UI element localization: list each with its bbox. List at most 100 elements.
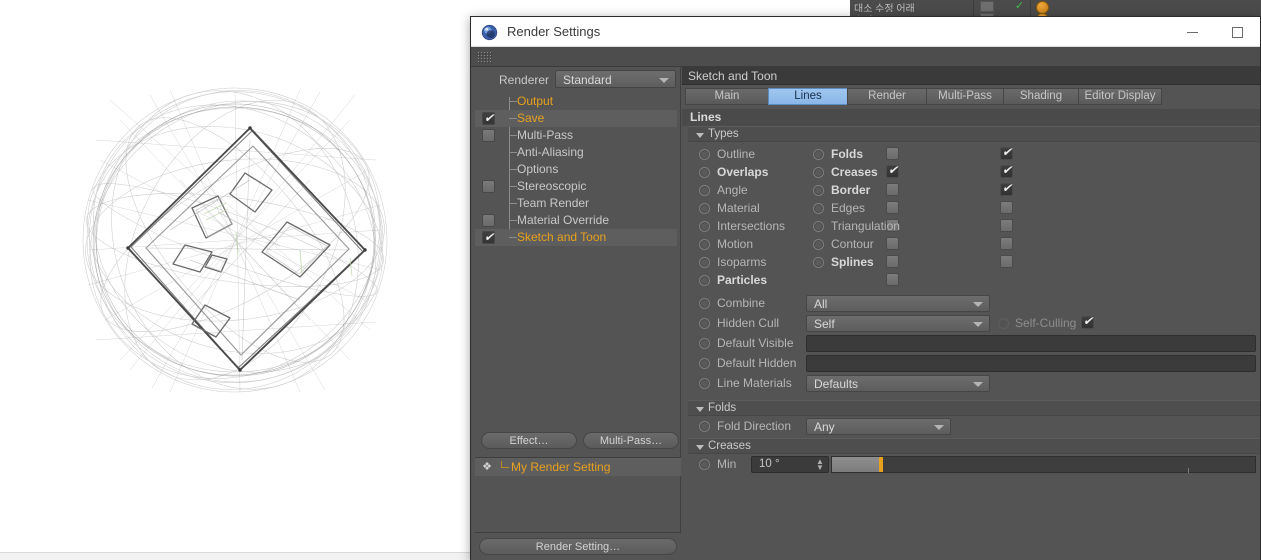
crease-min-slider[interactable] xyxy=(831,456,1256,473)
keyframe-dot-icon[interactable] xyxy=(699,239,710,250)
tab-multi-pass[interactable]: Multi-Pass xyxy=(926,88,1004,105)
keyframe-dot-icon[interactable] xyxy=(699,257,710,268)
type-checkbox[interactable] xyxy=(1000,255,1013,268)
type-label: Folds xyxy=(831,147,863,161)
render-viewport[interactable] xyxy=(0,0,470,552)
keyframe-dot-icon[interactable] xyxy=(699,378,710,389)
keyframe-dot-icon[interactable] xyxy=(699,298,710,309)
tree-item-material-override[interactable]: Material Override xyxy=(475,212,677,229)
type-checkbox[interactable] xyxy=(1000,163,1013,178)
keyframe-dot-icon[interactable] xyxy=(699,167,710,178)
type-row-folds: Folds xyxy=(802,145,1032,164)
types-group-header[interactable]: Types xyxy=(688,126,1260,142)
spinner-arrows-icon[interactable]: ▲ ▼ xyxy=(816,458,824,472)
toolbar-icon-a[interactable] xyxy=(980,1,994,12)
type-label: Border xyxy=(831,183,871,197)
tree-item-checkbox[interactable] xyxy=(482,230,495,244)
keyframe-dot-icon[interactable] xyxy=(699,275,710,286)
tree-item-output[interactable]: Output xyxy=(475,93,677,110)
default-hidden-input[interactable] xyxy=(806,355,1256,372)
keyframe-dot-icon[interactable] xyxy=(699,318,710,329)
keyframe-dot-icon[interactable] xyxy=(699,459,710,470)
maximize-button[interactable] xyxy=(1215,17,1260,47)
type-checkbox[interactable] xyxy=(1000,181,1013,196)
type-checkbox[interactable] xyxy=(1000,237,1013,250)
combine-select[interactable]: All xyxy=(806,295,990,312)
type-checkbox[interactable] xyxy=(886,273,899,286)
grip-dots-icon[interactable] xyxy=(477,51,492,64)
type-row-particles: Particles xyxy=(688,272,918,290)
keyframe-dot-icon[interactable] xyxy=(699,149,710,160)
keyframe-dot-icon[interactable] xyxy=(813,203,824,214)
render-setting-button[interactable]: Render Setting… xyxy=(479,538,677,555)
tree-item-label: Save xyxy=(517,111,545,125)
keyframe-dot-icon[interactable] xyxy=(813,185,824,196)
render-settings-tree-panel: Renderer Standard Output Save Multi-Pass An… xyxy=(475,67,681,560)
keyframe-dot-icon[interactable] xyxy=(699,338,710,349)
dialog-grip-strip[interactable] xyxy=(471,47,1260,67)
effect-button[interactable]: Effect… xyxy=(481,432,577,449)
dot-leader xyxy=(870,211,996,212)
tree-item-options[interactable]: Options xyxy=(475,161,677,178)
tree-stem xyxy=(509,101,517,102)
line-materials-select[interactable]: Defaults xyxy=(806,375,990,392)
tab-main[interactable]: Main xyxy=(685,88,769,105)
tree-item-anti-aliasing[interactable]: Anti-Aliasing xyxy=(475,144,677,161)
tree-item-stereoscopic[interactable]: Stereoscopic xyxy=(475,178,677,195)
move-gizmo-icon: ❖ xyxy=(482,461,492,473)
minimize-button[interactable] xyxy=(1170,17,1215,47)
render-setting-list-item[interactable]: ❖ My Render Setting xyxy=(475,458,681,476)
tree-item-checkbox[interactable] xyxy=(482,180,495,193)
dialog-titlebar[interactable]: Render Settings xyxy=(471,17,1260,47)
hidden-cull-select[interactable]: Self xyxy=(806,315,990,332)
tree-stem xyxy=(509,220,517,221)
slider-tick xyxy=(1188,468,1189,473)
type-checkbox[interactable] xyxy=(1000,219,1013,232)
lines-settings-body: Types Outline Overlaps Angle Material Inters… xyxy=(688,126,1260,560)
cinema4d-logo-icon xyxy=(481,24,498,41)
renderer-select[interactable]: Standard xyxy=(555,70,676,88)
default-visible-input[interactable] xyxy=(806,335,1256,352)
tree-item-checkbox[interactable] xyxy=(482,129,495,142)
tree-item-checkbox[interactable] xyxy=(482,111,495,125)
self-culling-checkbox[interactable] xyxy=(1081,314,1094,329)
keyframe-dot-icon[interactable] xyxy=(813,149,824,160)
keyframe-dot-icon[interactable] xyxy=(813,239,824,250)
type-checkbox[interactable] xyxy=(1000,201,1013,214)
fold-direction-select[interactable]: Any xyxy=(806,418,951,435)
creases-group-header[interactable]: Creases xyxy=(688,438,1260,454)
type-checkbox[interactable] xyxy=(1000,145,1013,160)
type-row-splines: Splines xyxy=(802,254,1032,272)
tree-item-team-render[interactable]: Team Render xyxy=(475,195,677,212)
keyframe-dot-icon[interactable] xyxy=(699,421,710,432)
tab-editor-display[interactable]: Editor Display xyxy=(1078,88,1162,105)
chevron-down-icon xyxy=(696,133,704,138)
type-label: Particles xyxy=(717,273,768,287)
dot-leader xyxy=(875,193,996,194)
tab-lines[interactable]: Lines xyxy=(768,88,848,105)
multipass-button[interactable]: Multi-Pass… xyxy=(583,432,679,449)
keyframe-dot-icon[interactable] xyxy=(699,185,710,196)
crease-min-input[interactable]: 10 ° ▲ ▼ xyxy=(751,456,829,473)
folds-group-header[interactable]: Folds xyxy=(688,400,1260,416)
keyframe-dot-icon[interactable] xyxy=(813,167,824,178)
type-label: Isoparms xyxy=(717,255,767,269)
tree-item-checkbox[interactable] xyxy=(482,214,495,227)
type-label: Edges xyxy=(831,201,866,215)
renderer-value: Standard xyxy=(563,73,612,87)
type-label: Splines xyxy=(831,255,874,269)
keyframe-dot-icon[interactable] xyxy=(699,203,710,214)
keyframe-dot-icon[interactable] xyxy=(699,221,710,232)
keyframe-dot-icon[interactable] xyxy=(813,221,824,232)
tab-shading[interactable]: Shading xyxy=(1003,88,1079,105)
type-label: Triangulation xyxy=(831,219,900,233)
tree-item-multi-pass[interactable]: Multi-Pass xyxy=(475,127,677,144)
keyframe-dot-icon[interactable] xyxy=(699,358,710,369)
hidden-cull-value: Self xyxy=(814,317,835,331)
keyframe-dot-icon[interactable] xyxy=(813,257,824,268)
tree-item-save[interactable]: Save xyxy=(475,110,677,127)
slider-knob[interactable] xyxy=(879,457,883,472)
tree-stem xyxy=(509,169,517,170)
tree-item-sketch-and-toon[interactable]: Sketch and Toon xyxy=(475,229,677,246)
tab-render[interactable]: Render xyxy=(847,88,927,105)
